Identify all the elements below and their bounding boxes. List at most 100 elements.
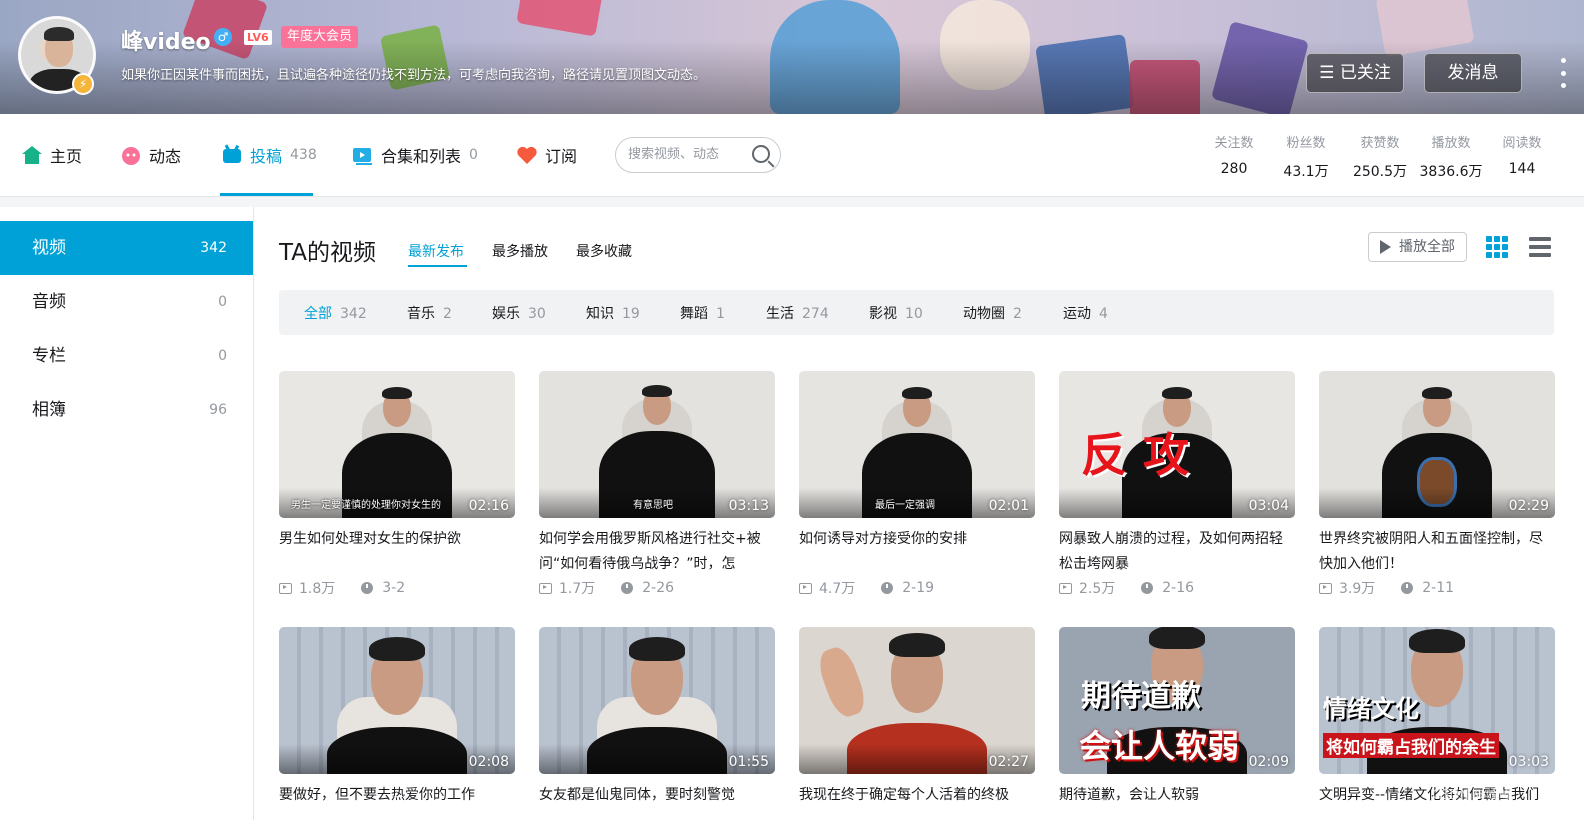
publish-date: 2-19 (902, 580, 935, 596)
video-duration: 02:16 (468, 498, 509, 514)
play-count-icon (539, 582, 552, 594)
video-thumbnail[interactable]: 01:55 (539, 627, 775, 774)
tab-label: 投稿 (250, 147, 283, 166)
clock-icon (1401, 582, 1414, 594)
video-card[interactable]: 02:29 世界终究被阴阳人和五面怪控制，尽快加入他们！ 3.9万 2-11 (1319, 371, 1555, 598)
send-message-button[interactable]: 发消息 (1424, 53, 1522, 93)
video-thumbnail[interactable]: 02:29 (1319, 371, 1555, 518)
tv-icon (221, 144, 243, 166)
tab-uploads[interactable]: 投稿 438 (221, 142, 317, 168)
tab-label: 主页 (50, 147, 83, 166)
collection-icon (352, 144, 374, 166)
video-duration: 02:27 (988, 754, 1029, 770)
tag-music[interactable]: 音乐 2 (407, 303, 452, 323)
tab-home[interactable]: 主页 (21, 142, 82, 168)
tab-subscriptions[interactable]: 订阅 (516, 142, 577, 168)
video-card[interactable]: 02:27 我现在终于确定每个人活着的终极 (799, 627, 1035, 833)
category-filter-bar: 全部 342 音乐 2 娱乐 30 知识 19 舞蹈 1 生活 274 影视 10 动物圈 2 … (279, 290, 1554, 335)
followed-button[interactable]: ☰ 已关注 (1306, 53, 1404, 93)
tab-label: 合集和列表 (381, 147, 462, 166)
video-thumbnail[interactable]: 情绪文化 将如何霸占我们的余生 03:03 (1319, 627, 1555, 774)
clock-icon (1141, 582, 1154, 594)
video-duration: 03:04 (1248, 498, 1289, 514)
video-title[interactable]: 如何诱导对方接受你的安排 (799, 527, 1035, 577)
video-title[interactable]: 男生如何处理对女生的保护欲 (279, 527, 515, 577)
tag-life[interactable]: 生活 274 (766, 303, 829, 323)
gift-box-decoration (516, 0, 604, 37)
play-all-button[interactable]: 播放全部 (1368, 232, 1467, 262)
grid-view-icon[interactable] (1486, 236, 1508, 258)
video-title[interactable]: 世界终究被阴阳人和五面怪控制，尽快加入他们！ (1319, 527, 1555, 577)
video-duration: 02:09 (1248, 754, 1289, 770)
video-title[interactable]: 女友都是仙鬼同体，要时刻警觉 (539, 783, 775, 833)
video-title[interactable]: 我现在终于确定每个人活着的终极 (799, 783, 1035, 833)
video-thumbnail[interactable]: 反 攻 03:04 (1059, 371, 1295, 518)
active-tab-indicator (220, 193, 313, 196)
video-thumbnail[interactable]: 最后一定强调 02:01 (799, 371, 1035, 518)
video-card[interactable]: 02:08 要做好，但不要去热爱你的工作 (279, 627, 515, 833)
tag-dance[interactable]: 舞蹈 1 (680, 303, 725, 323)
tag-sports[interactable]: 运动 4 (1063, 303, 1108, 323)
video-card[interactable]: 男生一定要谨慎的处理你对女生的 02:16 男生如何处理对女生的保护欲 1.8万… (279, 371, 515, 598)
more-options-icon[interactable] (1561, 58, 1567, 88)
tag-knowledge[interactable]: 知识 19 (586, 303, 640, 323)
vip-badge[interactable]: 年度大会员 (281, 26, 359, 48)
verified-bolt-icon: ⚡ (72, 73, 94, 95)
tag-animals[interactable]: 动物圈 2 (963, 303, 1022, 323)
video-thumbnail[interactable]: 期待道歉 会让人软弱 02:09 (1059, 627, 1295, 774)
publish-date: 2-11 (1422, 580, 1455, 596)
sidebar-item-videos[interactable]: 视频 342 (0, 221, 253, 275)
video-duration: 01:55 (728, 754, 769, 770)
tag-all[interactable]: 全部 342 (304, 303, 367, 323)
video-duration: 02:29 (1508, 498, 1549, 514)
tab-dynamic[interactable]: 动态 (120, 142, 181, 168)
tab-collections[interactable]: 合集和列表 0 (352, 142, 478, 168)
tab-label: 动态 (149, 147, 182, 166)
play-count: 1.8万 (299, 581, 336, 597)
list-view-icon[interactable] (1529, 237, 1551, 257)
video-thumbnail[interactable]: 02:08 (279, 627, 515, 774)
tab-count: 438 (290, 147, 317, 163)
clock-icon (361, 582, 374, 594)
clock-icon (621, 582, 634, 594)
video-subtitle-caption: 有意思吧 (633, 500, 673, 511)
sidebar-item-albums[interactable]: 相簿 96 (0, 383, 253, 437)
video-title[interactable]: 期待道歉，会让人软弱 (1059, 783, 1295, 833)
page-title: TA的视频 (279, 240, 376, 266)
video-card[interactable]: 01:55 女友都是仙鬼同体，要时刻警觉 (539, 627, 775, 833)
tab-label: 订阅 (545, 147, 578, 166)
play-count-icon (1319, 582, 1332, 594)
video-card[interactable]: 最后一定强调 02:01 如何诱导对方接受你的安排 4.7万 2-19 (799, 371, 1035, 598)
sort-most-favorited[interactable]: 最多收藏 (576, 241, 632, 261)
video-card[interactable]: 反 攻 03:04 网暴致人崩溃的过程，及如何两招轻松击垮网暴 2.5万 2-1… (1059, 371, 1295, 598)
sidebar-item-articles[interactable]: 专栏 0 (0, 329, 253, 383)
watermark: CSDN @峰峰 (1432, 788, 1513, 803)
sort-most-played[interactable]: 最多播放 (492, 241, 548, 261)
thumbnail-caption-top: 期待道歉 (1081, 679, 1201, 714)
play-icon (1380, 240, 1391, 254)
video-title[interactable]: 如何学会用俄罗斯风格进行社交+被问“如何看待俄乌战争？”时，怎 (539, 527, 775, 577)
video-thumbnail[interactable]: 男生一定要谨慎的处理你对女生的 02:16 (279, 371, 515, 518)
search-icon[interactable] (752, 145, 770, 163)
video-title[interactable]: 网暴致人崩溃的过程，及如何两招轻松击垮网暴 (1059, 527, 1295, 577)
video-subtitle-caption: 男生一定要谨慎的处理你对女生的 (291, 500, 441, 511)
stat-following[interactable]: 关注数 280 (1210, 132, 1258, 181)
play-count-icon (1059, 582, 1072, 594)
stat-followers[interactable]: 粉丝数 43.1万 (1282, 132, 1330, 181)
content-type-sidebar: 视频 342 音频 0 专栏 0 相簿 96 (0, 207, 254, 820)
video-card[interactable]: 期待道歉 会让人软弱 02:09 期待道歉，会让人软弱 (1059, 627, 1295, 833)
sidebar-item-audio[interactable]: 音频 0 (0, 275, 253, 329)
sort-indicator (408, 265, 467, 267)
video-thumbnail[interactable]: 有意思吧 03:13 (539, 371, 775, 518)
publish-date: 3-2 (382, 580, 406, 596)
tag-entertainment[interactable]: 娱乐 30 (492, 303, 546, 323)
sort-latest[interactable]: 最新发布 (408, 241, 464, 261)
video-thumbnail[interactable]: 02:27 (799, 627, 1035, 774)
thumbnail-caption: 反 攻 (1081, 428, 1190, 482)
username[interactable]: 峰video (121, 24, 211, 56)
dynamic-icon (120, 144, 142, 166)
video-card[interactable]: 有意思吧 03:13 如何学会用俄罗斯风格进行社交+被问“如何看待俄乌战争？”时… (539, 371, 775, 598)
video-title[interactable]: 要做好，但不要去热爱你的工作 (279, 783, 515, 833)
tag-film[interactable]: 影视 10 (869, 303, 923, 323)
space-search-input[interactable]: 搜索视频、动态 (615, 137, 781, 173)
